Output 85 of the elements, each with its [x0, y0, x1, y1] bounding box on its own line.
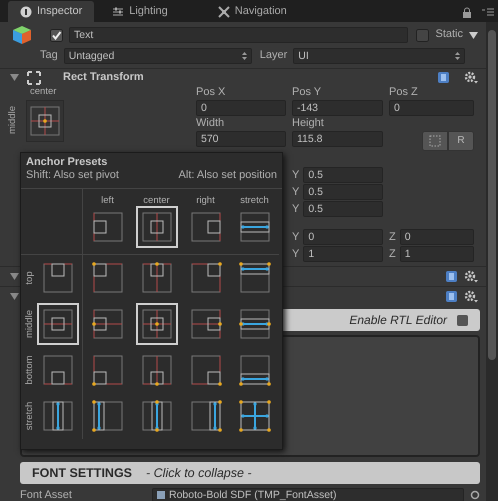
row-label: middle [24, 310, 36, 338]
axis-label: Z [389, 230, 396, 244]
field-label: Pos Y [292, 86, 322, 100]
field-label: Font Asset [20, 488, 72, 501]
anchor-preset-button[interactable] [136, 206, 178, 248]
checkbox[interactable] [457, 314, 468, 326]
foldout-icon[interactable] [10, 73, 19, 82]
number-field[interactable]: 0 [196, 100, 286, 116]
number-field[interactable]: 1 [400, 246, 474, 262]
axis-label: Y [292, 230, 300, 244]
object-picker-icon[interactable] [470, 490, 480, 500]
field-label: Pos Z [389, 86, 419, 100]
name-field[interactable]: Text [69, 27, 408, 43]
scrollbar[interactable] [486, 22, 498, 501]
number-field[interactable]: 115.8 [292, 131, 383, 148]
number-field[interactable]: 0.5 [303, 167, 383, 184]
book-icon[interactable] [445, 290, 458, 304]
column-label: center [143, 195, 170, 206]
dropdown[interactable]: Untagged [64, 48, 252, 64]
cross-icon [218, 6, 230, 18]
lock-icon[interactable] [462, 7, 472, 18]
field-label: Pos X [196, 86, 226, 100]
sliders-icon [112, 6, 124, 18]
rect-transform-icon [27, 70, 41, 84]
anchor-label: center [30, 86, 56, 98]
anchor-button[interactable] [26, 100, 64, 142]
anchor-preset-button[interactable] [136, 303, 178, 346]
caret-icon[interactable] [469, 32, 478, 38]
column-label: stretch [240, 195, 269, 206]
axis-label: Y [292, 186, 300, 199]
number-field[interactable]: 0 [389, 100, 474, 116]
info-icon [20, 6, 32, 18]
settings-icon[interactable] [464, 71, 478, 84]
book-icon[interactable] [437, 71, 450, 84]
rtl-label: Enable RTL Editor [349, 313, 447, 328]
updown-arrow-icon [242, 52, 247, 60]
section-title: FONT SETTINGS [32, 466, 132, 481]
number-field[interactable]: 570 [196, 131, 286, 148]
column-label: left [101, 195, 114, 206]
number-field[interactable]: -143 [292, 100, 383, 116]
updown-arrow-icon [455, 52, 460, 60]
hint-text: Shift: Also set pivot [26, 169, 119, 182]
blueprint-button[interactable] [422, 131, 448, 152]
tag-label: Tag [40, 49, 58, 63]
field-label: Width [196, 117, 226, 130]
book-icon[interactable] [445, 270, 458, 284]
static-label: Static [435, 28, 463, 42]
number-field[interactable]: 0.5 [303, 184, 383, 200]
dropdown[interactable]: UI [293, 48, 466, 64]
asset-icon [157, 491, 165, 500]
component-title: Rect Transform [63, 70, 144, 84]
dotted-square-icon [429, 135, 441, 148]
axis-label: Y [292, 168, 300, 182]
number-field[interactable]: 0 [303, 229, 383, 246]
hint-text: Alt: Also set position [178, 169, 277, 182]
menu-icon[interactable] [482, 8, 494, 16]
popup-title: Anchor Presets [26, 156, 108, 170]
section-header[interactable]: FONT SETTINGS - Click to collapse - [20, 462, 480, 484]
tab[interactable]: Navigation [206, 1, 299, 22]
axis-label: Z [389, 248, 396, 261]
anchor-preset-button[interactable] [36, 303, 78, 346]
checkbox[interactable] [50, 28, 63, 42]
anchor-preset-icon [236, 398, 272, 434]
column-label: right [196, 195, 215, 206]
number-field[interactable]: 0 [400, 229, 474, 246]
row-label: top [24, 272, 36, 285]
field-label: Height [292, 117, 325, 130]
section-hint: - Click to collapse - [146, 466, 252, 481]
row-label: stretch [24, 402, 36, 431]
layer-label: Layer [260, 49, 288, 63]
tab[interactable]: Lighting [100, 1, 180, 22]
axis-label: Y [292, 202, 300, 216]
checkbox[interactable] [416, 28, 430, 42]
number-field[interactable]: 1 [303, 246, 383, 262]
anchor-preset-icon [90, 398, 126, 434]
object-field[interactable]: Roboto-Bold SDF (TMP_FontAsset) [152, 488, 464, 501]
cube-icon [12, 25, 32, 45]
tab[interactable]: Inspector [8, 1, 94, 22]
number-field[interactable]: 0.5 [303, 201, 383, 218]
row-label: bottom [24, 356, 36, 385]
axis-label: Y [292, 248, 300, 261]
raw-edit-button[interactable]: R [448, 131, 474, 152]
settings-icon[interactable] [464, 290, 478, 304]
anchor-label: middle [7, 106, 18, 134]
settings-icon[interactable] [464, 270, 478, 284]
